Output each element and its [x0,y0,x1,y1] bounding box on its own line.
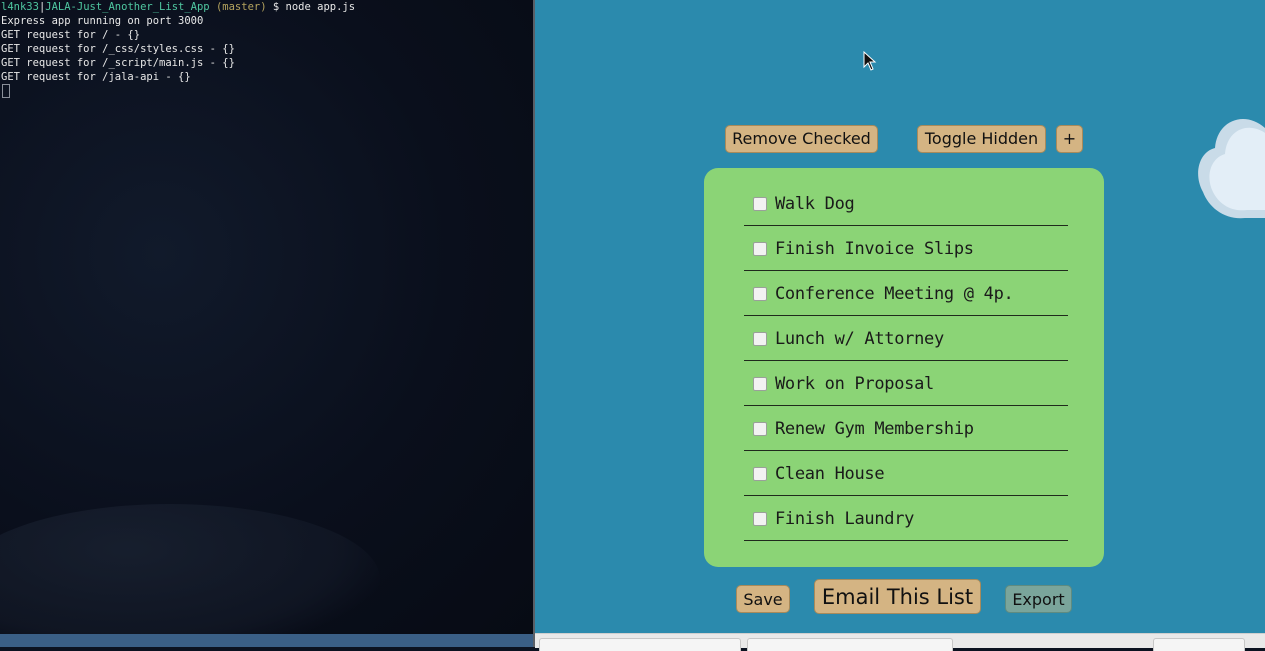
checkbox-icon[interactable] [753,241,767,256]
terminal-output-line: GET request for /_css/styles.css - {} [1,43,235,55]
terminal-cursor [2,84,10,98]
prompt-dollar: $ [272,1,280,13]
list-item: Clean House [744,452,1068,496]
terminal-output-line: GET request for / - {} [1,29,141,41]
toggle-hidden-button[interactable]: Toggle Hidden [917,125,1046,153]
terminal-prompt-line: l4nk33|JALA-Just_Another_List_App (maste… [0,0,533,14]
checkbox-icon[interactable] [753,511,767,526]
terminal-output-line: GET request for /_script/main.js - {} [1,57,235,69]
item-label: Finish Invoice Slips [775,238,974,259]
bottom-tab-bar [535,633,1265,651]
todo-list-card: Walk Dog Finish Invoice Slips Conference… [704,168,1104,567]
list-item: Renew Gym Membership [744,407,1068,451]
checkbox-icon[interactable] [753,286,767,301]
prompt-user: l4nk33 [1,1,39,13]
email-list-button[interactable]: Email This List [814,579,981,614]
item-label: Walk Dog [775,193,855,214]
checkbox-icon[interactable] [753,331,767,346]
item-label: Renew Gym Membership [775,418,974,439]
checkbox-icon[interactable] [753,466,767,481]
checkbox-icon[interactable] [753,421,767,436]
checkbox-icon[interactable] [753,196,767,211]
terminal-output-line: GET request for /jala-api - {} [1,71,191,83]
list-item: Finish Laundry [744,497,1068,541]
checkbox-icon[interactable] [753,376,767,391]
todo-list: Walk Dog Finish Invoice Slips Conference… [744,182,1068,542]
terminal-output-line: Express app running on port 3000 [1,15,204,27]
item-label: Finish Laundry [775,508,915,529]
prompt-branch: (master) [215,1,267,13]
tab-stub[interactable] [747,638,953,651]
add-item-button[interactable]: + [1056,125,1083,153]
browser-viewport: Remove Checked Toggle Hidden + Walk Dog … [535,0,1265,633]
terminal-input-line[interactable] [0,84,533,98]
list-item: Conference Meeting @ 4p. [744,272,1068,316]
item-label: Work on Proposal [775,373,934,394]
remove-checked-button[interactable]: Remove Checked [725,125,878,153]
tab-stub[interactable] [1153,638,1245,651]
tab-stub[interactable] [539,638,741,651]
item-label: Conference Meeting @ 4p. [775,283,1014,304]
cloud-icon [1198,119,1265,219]
background-hill [0,504,380,634]
list-item: Walk Dog [744,182,1068,226]
list-item: Work on Proposal [744,362,1068,406]
item-label: Clean House [775,463,885,484]
item-label: Lunch w/ Attorney [775,328,944,349]
mouse-pointer-icon [863,51,877,71]
terminal-bottom-strip [0,634,533,647]
list-item: Lunch w/ Attorney [744,317,1068,361]
terminal-window[interactable]: l4nk33|JALA-Just_Another_List_App (maste… [0,0,533,634]
prompt-path: JALA-Just_Another_List_App [45,1,210,13]
save-button[interactable]: Save [736,585,790,613]
export-button[interactable]: Export [1005,585,1072,613]
prompt-command: node app.js [285,1,356,13]
list-item: Finish Invoice Slips [744,227,1068,271]
